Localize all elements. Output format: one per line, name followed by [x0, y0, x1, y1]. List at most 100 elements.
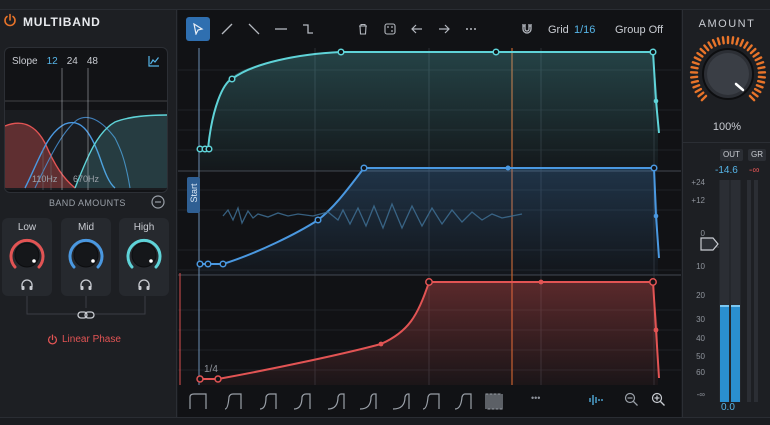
editor-toolbar: Grid 1/16 Group Off	[178, 10, 681, 48]
multiband-title: MULTIBAND	[23, 15, 101, 29]
zoom-in-icon[interactable]	[651, 392, 666, 407]
crossover-curves	[5, 68, 167, 190]
envelope-canvas[interactable]	[178, 48, 681, 385]
amount-tick	[757, 75, 767, 79]
mid-node-filled[interactable]	[505, 165, 511, 171]
shape-preset-5[interactable]	[326, 391, 348, 411]
line-down-tool-button[interactable]	[242, 17, 266, 41]
low-solo-headphone-icon[interactable]	[20, 278, 34, 291]
trash-icon	[359, 23, 367, 35]
amount-tick	[752, 51, 760, 58]
more-presets-button[interactable]: •••	[531, 393, 540, 403]
mid-node[interactable]	[650, 164, 658, 172]
arrow-left-icon	[411, 24, 422, 34]
mid-node[interactable]	[196, 260, 204, 268]
shape-preset-7[interactable]	[391, 391, 413, 411]
mid-node[interactable]	[219, 260, 227, 268]
flat-tool-button[interactable]	[269, 17, 293, 41]
dice-icon	[384, 23, 396, 35]
high-node[interactable]	[205, 145, 213, 153]
shape-preset-3[interactable]	[258, 391, 280, 411]
high-node[interactable]	[228, 75, 236, 83]
start-marker-tag[interactable]: Start	[187, 177, 200, 213]
high-crossover-freq[interactable]: 670Hz	[73, 174, 99, 184]
zoom-out-icon[interactable]	[624, 392, 639, 407]
low-crossover-freq[interactable]: 110Hz	[32, 174, 57, 184]
shape-preset-10[interactable]	[484, 391, 506, 411]
envelope-editor: Grid 1/16 Group Off Start 1/4 •••	[178, 10, 681, 417]
delete-tool-button[interactable]	[351, 17, 375, 41]
mid-amount-knob[interactable]	[67, 236, 105, 274]
shape-preset-2[interactable]	[223, 391, 245, 411]
amount-tick	[690, 66, 699, 70]
randomize-tool-button[interactable]	[378, 17, 402, 41]
group-toggle[interactable]: Group Off	[615, 24, 663, 36]
shape-preset-1[interactable]	[188, 391, 210, 411]
high-amount-knob[interactable]	[125, 236, 163, 274]
shape-preset-9[interactable]	[453, 391, 475, 411]
low-node[interactable]	[649, 278, 657, 286]
band-low: Low	[2, 218, 52, 296]
shape-preset-6[interactable]	[358, 391, 380, 411]
waveform-view-icon[interactable]	[588, 393, 604, 407]
mid-end-node[interactable]	[653, 213, 659, 219]
amount-tick	[696, 51, 704, 58]
amount-tick	[755, 83, 764, 89]
start-marker-label: Start	[189, 183, 199, 203]
link-bands-icon[interactable]	[77, 309, 95, 321]
amount-tick	[743, 41, 749, 49]
out-tab[interactable]: OUT	[720, 149, 743, 161]
low-node[interactable]	[196, 375, 204, 383]
amount-tick	[746, 44, 753, 52]
flat-line-icon	[275, 28, 287, 30]
shape-preset-8[interactable]	[421, 391, 443, 411]
mid-node[interactable]	[314, 216, 322, 224]
amount-tick	[757, 66, 766, 70]
ellipsis-icon	[466, 28, 476, 30]
line-up-tool-button[interactable]	[215, 17, 239, 41]
band-high: High	[119, 218, 169, 296]
snap-magnet-button[interactable]	[515, 17, 539, 41]
low-amount-knob[interactable]	[8, 236, 46, 274]
pointer-tool-button[interactable]	[186, 17, 210, 41]
amount-tick	[748, 94, 756, 102]
more-options-button[interactable]	[459, 17, 483, 41]
low-end-node[interactable]	[653, 327, 659, 333]
amount-tick	[731, 36, 735, 45]
level-meters	[708, 180, 758, 402]
amount-tick	[735, 37, 740, 46]
crossover-display[interactable]: Slope 12 24 48 110Hz 670Hz	[4, 47, 168, 193]
high-node[interactable]	[337, 48, 345, 56]
output-threshold-handle[interactable]	[700, 236, 720, 252]
high-solo-headphone-icon[interactable]	[137, 278, 151, 291]
high-end-node[interactable]	[653, 98, 659, 104]
amount-tick	[721, 36, 725, 45]
power-icon[interactable]	[3, 13, 17, 27]
diagonal-down-icon	[248, 23, 260, 35]
step-tool-button[interactable]	[296, 17, 320, 41]
host-bottom-strip	[0, 417, 770, 425]
band-high-label: High	[133, 222, 155, 233]
gr-tab[interactable]: GR	[748, 149, 766, 161]
shift-left-button[interactable]	[405, 17, 429, 41]
amount-knob[interactable]	[688, 32, 768, 112]
linear-phase-toggle[interactable]: Linear Phase	[47, 334, 121, 345]
amount-tick	[754, 56, 763, 62]
multiband-panel: MULTIBAND Slope 12 24 48 110Hz 670Hz BAN…	[0, 10, 177, 417]
high-node[interactable]	[649, 48, 657, 56]
mid-node[interactable]	[360, 164, 368, 172]
grid-label: Grid	[548, 24, 569, 36]
mid-node[interactable]	[204, 260, 212, 268]
shift-right-button[interactable]	[432, 17, 456, 41]
shape-preset-4[interactable]	[292, 391, 314, 411]
low-node[interactable]	[425, 278, 433, 286]
band-mid-label: Mid	[77, 222, 95, 233]
grid-value-selector[interactable]: 1/16	[574, 24, 595, 36]
mid-solo-headphone-icon[interactable]	[79, 278, 93, 291]
low-node[interactable]	[214, 375, 222, 383]
high-node[interactable]	[492, 48, 500, 56]
low-node-filled[interactable]	[378, 341, 384, 347]
arrow-right-icon	[439, 24, 450, 34]
collapse-icon[interactable]	[151, 195, 165, 209]
low-node-filled[interactable]	[538, 279, 544, 285]
